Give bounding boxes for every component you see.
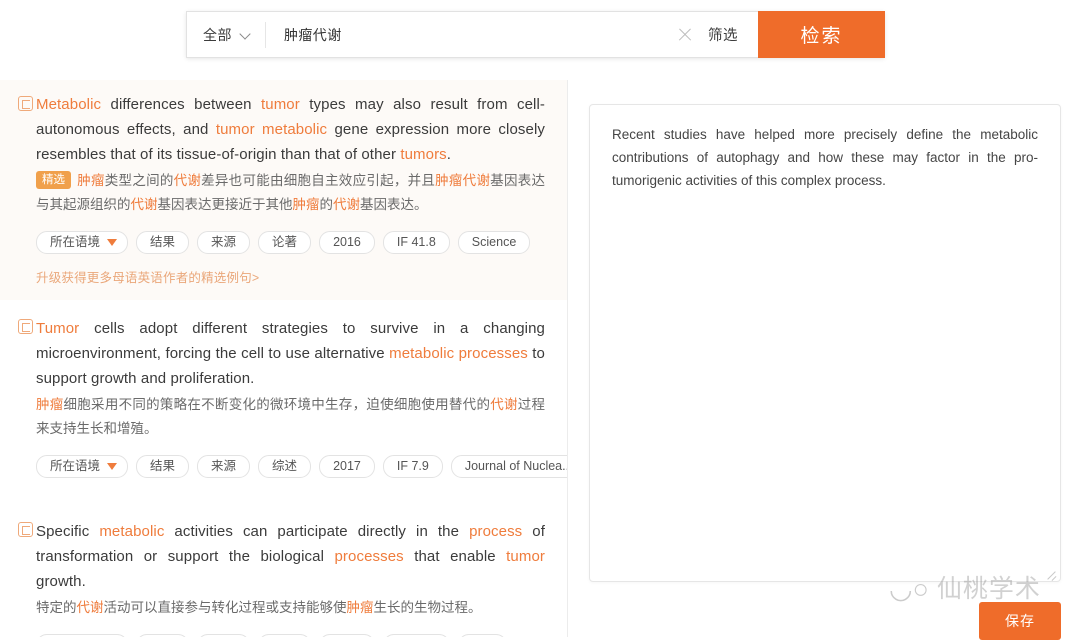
result-tags: 所在语境 结果 来源 综述 2017 IF 7.9 Journal of Nuclea... — [36, 455, 567, 478]
plain-text: 的 — [319, 197, 334, 212]
highlight-term: process — [469, 523, 523, 540]
tag-label: 论著 — [272, 235, 298, 249]
result-sentence-zh: 精选 肿瘤类型之间的代谢差异也可能由细胞自主效应引起，并且肿瘤代谢基因表达与其起源… — [36, 169, 545, 217]
search-button[interactable]: 检索 — [758, 11, 885, 58]
highlight-term: 肿瘤 — [77, 173, 105, 188]
meta-tag: 论著 — [258, 231, 312, 254]
result-card[interactable]: Specific metabolic activities can partic… — [0, 488, 567, 637]
highlight-term: tumors — [400, 146, 447, 163]
highlight-term: metabolic processes — [389, 345, 528, 362]
meta-tag: 结果 — [136, 455, 190, 478]
highlight-term: 代谢 — [333, 197, 360, 212]
meta-tag: Journal of Nuclea... — [450, 455, 567, 478]
meta-tag: 综述 — [258, 455, 312, 478]
filter-button[interactable]: 筛选 — [704, 24, 758, 45]
highlight-term: tumor — [261, 96, 300, 113]
document-icon — [18, 522, 33, 537]
plain-text: 细胞采用不同的策略在不断变化的微环境中生存，迫使细胞使用替代的 — [63, 397, 491, 412]
plain-text: Specific — [36, 523, 100, 540]
plain-text: 差异也可能由细胞自主效应引起，并且 — [201, 173, 436, 188]
tag-label: 2016 — [333, 235, 361, 249]
result-sentence-en: Metabolic differences between tumor type… — [36, 92, 545, 167]
caret-down-icon — [107, 463, 118, 470]
search-scope-dropdown[interactable]: 全部 — [187, 12, 265, 57]
tag-label: 结果 — [150, 459, 176, 473]
main-content: Metabolic differences between tumor type… — [0, 80, 1080, 640]
tag-label: 结果 — [150, 235, 176, 249]
caret-down-icon — [107, 239, 118, 246]
document-icon — [18, 319, 33, 334]
chevron-down-icon — [241, 29, 252, 40]
meta-tag: IF 41.8 — [382, 231, 450, 254]
highlight-term: 代谢 — [130, 197, 158, 212]
meta-tag: 来源 — [197, 455, 251, 478]
meta-tag: 2016 — [319, 231, 375, 254]
tag-label: 所在语境 — [50, 235, 101, 249]
meta-tag: Science — [457, 231, 531, 254]
highlight-term: 肿瘤 — [36, 397, 64, 412]
note-textarea[interactable]: Recent studies have helped more precisel… — [589, 104, 1061, 582]
result-card[interactable]: Metabolic differences between tumor type… — [0, 80, 567, 300]
result-sentence-en: Tumor cells adopt different strategies t… — [36, 316, 545, 391]
result-sentence-zh: 特定的代谢活动可以直接参与转化过程或支持能够使肿瘤生长的生物过程。 — [36, 596, 545, 620]
result-sentence-zh: 肿瘤细胞采用不同的策略在不断变化的微环境中生存，迫使细胞使用替代的代谢过程来支持… — [36, 393, 545, 441]
search-bar: 全部 筛选 检索 — [186, 11, 885, 58]
meta-tag: 2017 — [319, 455, 375, 478]
note-text: Recent studies have helped more precisel… — [612, 127, 1038, 188]
plain-text: 活动可以直接参与转化过程或支持能够使 — [103, 600, 347, 615]
tag-label: IF 7.9 — [396, 459, 429, 473]
plain-text: 类型之间的 — [104, 173, 174, 188]
tag-label: 来源 — [211, 459, 237, 473]
tag-label: 所在语境 — [50, 459, 101, 473]
highlight-term: tumor metabolic — [215, 121, 328, 138]
meta-tag: 来源 — [197, 231, 251, 254]
highlight-term: metabolic — [99, 523, 165, 540]
context-dropdown-tag[interactable]: 所在语境 — [36, 231, 129, 254]
highlight-term: 代谢 — [173, 173, 202, 188]
search-input[interactable] — [266, 26, 672, 43]
highlight-term: tumor — [506, 548, 545, 565]
plain-text: activities can participate directly in t… — [164, 523, 470, 540]
meta-tag: IF 7.9 — [382, 455, 443, 478]
highlight-term: 肿瘤代谢 — [435, 173, 491, 188]
plain-text: 生长的生物过程。 — [373, 600, 482, 615]
highlight-term: processes — [334, 548, 404, 565]
tag-label: IF 41.8 — [396, 235, 436, 249]
result-tags: 所在语境 结果 来源 论著 2016 IF 41.8 Science — [36, 231, 545, 254]
highlight-term: 肿瘤 — [346, 600, 374, 615]
meta-tag: 结果 — [136, 231, 190, 254]
plain-text: growth. — [36, 573, 86, 590]
search-scope-label: 全部 — [203, 26, 232, 43]
plain-text: 特定的 — [36, 600, 77, 615]
highlight-term: 肿瘤 — [292, 197, 320, 212]
results-list: Metabolic differences between tumor type… — [0, 80, 567, 637]
tag-label: Science — [471, 235, 517, 249]
result-sentence-zh-text: 肿瘤类型之间的代谢差异也可能由细胞自主效应引起，并且肿瘤代谢基因表达与其起源组织… — [36, 173, 545, 212]
tag-label: 2017 — [333, 459, 361, 473]
save-button[interactable]: 保存 — [979, 602, 1061, 640]
plain-text: 基因表达。 — [360, 197, 428, 212]
plain-text: 基因表达更接近于其他 — [157, 197, 293, 212]
plain-text: . — [446, 146, 452, 163]
search-input-group: 全部 筛选 — [186, 11, 758, 58]
result-card[interactable]: Tumor cells adopt different strategies t… — [0, 300, 567, 488]
plain-text: that enable — [403, 548, 507, 565]
tag-label: Journal of Nuclea... — [464, 459, 567, 473]
featured-badge: 精选 — [36, 171, 71, 189]
highlight-term: Tumor — [36, 320, 80, 337]
highlight-term: 代谢 — [490, 397, 518, 412]
result-sentence-en: Specific metabolic activities can partic… — [36, 519, 545, 594]
highlight-term: Metabolic — [36, 96, 102, 113]
plain-text: differences between — [101, 96, 261, 113]
context-dropdown-tag[interactable]: 所在语境 — [36, 455, 129, 478]
note-panel: Recent studies have helped more precisel… — [568, 80, 1080, 640]
highlight-term: 代谢 — [76, 600, 104, 615]
tag-label: 综述 — [272, 459, 298, 473]
resize-handle-icon[interactable] — [1044, 565, 1058, 579]
upgrade-link[interactable]: 升级获得更多母语英语作者的精选例句> — [36, 267, 545, 286]
tag-label: 来源 — [211, 235, 237, 249]
close-icon[interactable] — [672, 22, 698, 48]
document-icon — [18, 96, 33, 111]
